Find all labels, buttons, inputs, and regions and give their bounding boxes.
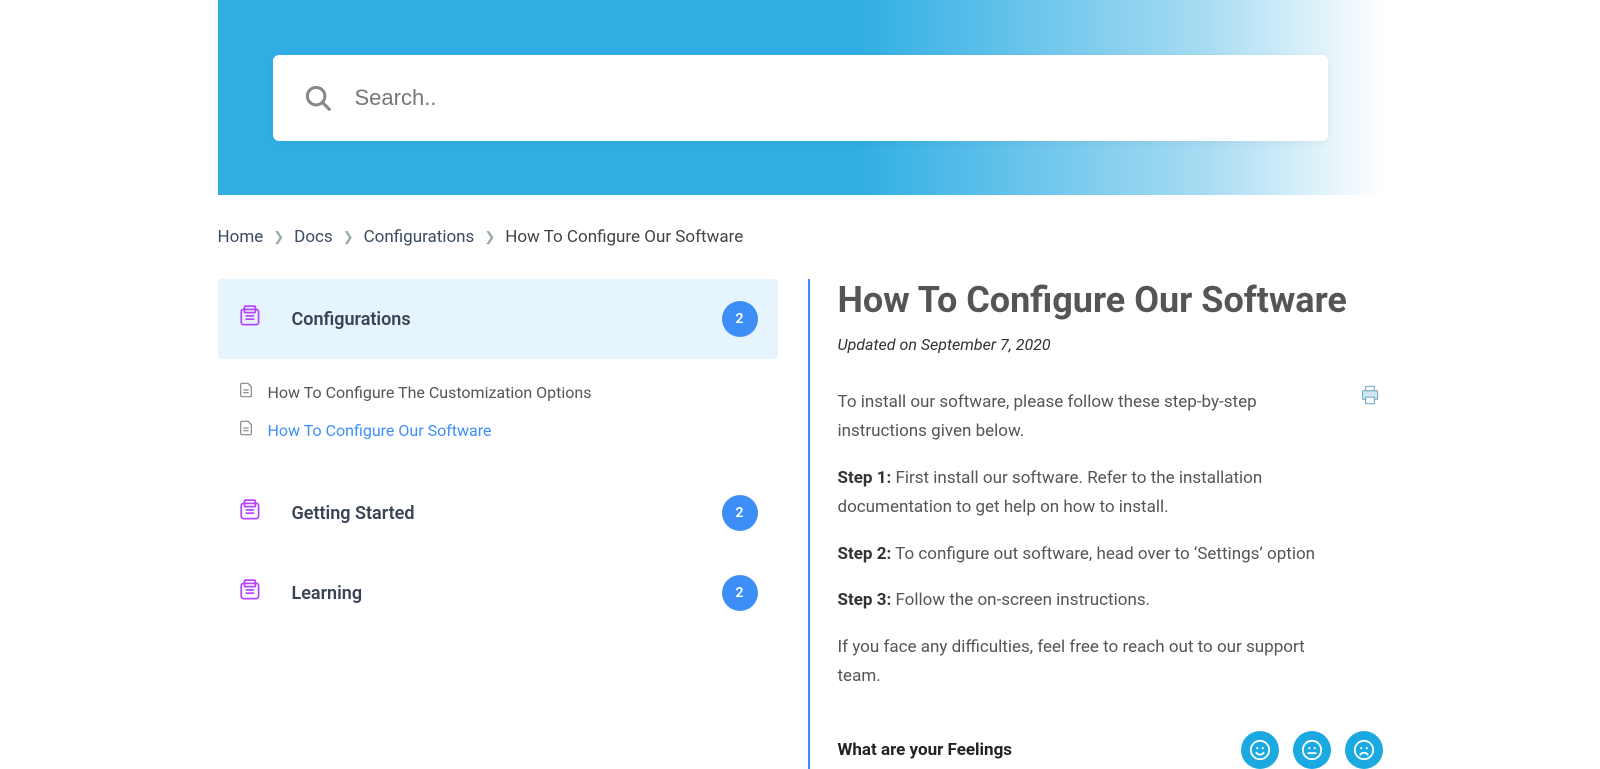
happy-face-icon[interactable] bbox=[1241, 731, 1279, 769]
article-step-2: Step 2: To configure out software, head … bbox=[838, 540, 1383, 569]
sidebar-category-label: Learning bbox=[292, 583, 722, 604]
article-step-1: Step 1: First install our software. Refe… bbox=[838, 464, 1383, 522]
neutral-face-icon[interactable] bbox=[1293, 731, 1331, 769]
sidebar-category-getting-started[interactable]: Getting Started 2 bbox=[218, 473, 778, 553]
breadcrumb-current: How To Configure Our Software bbox=[505, 227, 743, 247]
search-input[interactable] bbox=[355, 85, 1298, 111]
breadcrumb-docs[interactable]: Docs bbox=[294, 227, 333, 247]
breadcrumb-configs[interactable]: Configurations bbox=[364, 227, 475, 247]
feelings-label: What are your Feelings bbox=[838, 740, 1013, 760]
search-banner bbox=[218, 0, 1383, 195]
sidebar: Configurations 2 How To Configure The Cu… bbox=[218, 279, 778, 769]
feelings-bar: What are your Feelings bbox=[838, 731, 1383, 769]
sidebar-sublist: How To Configure The Customization Optio… bbox=[218, 359, 778, 473]
breadcrumb: Home ❯ Docs ❯ Configurations ❯ How To Co… bbox=[218, 195, 1383, 279]
sad-face-icon[interactable] bbox=[1345, 731, 1383, 769]
count-badge: 2 bbox=[722, 495, 758, 531]
search-icon bbox=[303, 83, 333, 113]
sidebar-item-label: How To Configure The Customization Optio… bbox=[268, 383, 592, 402]
breadcrumb-home[interactable]: Home bbox=[218, 227, 264, 247]
chevron-right-icon: ❯ bbox=[484, 230, 495, 245]
sidebar-item-label: How To Configure Our Software bbox=[268, 421, 492, 440]
folder-icon bbox=[238, 498, 264, 528]
chevron-right-icon: ❯ bbox=[343, 230, 354, 245]
sidebar-item-configure-software[interactable]: How To Configure Our Software bbox=[218, 411, 778, 449]
sidebar-category-learning[interactable]: Learning 2 bbox=[218, 553, 778, 633]
folder-icon bbox=[238, 578, 264, 608]
sidebar-category-configurations[interactable]: Configurations 2 bbox=[218, 279, 778, 359]
count-badge: 2 bbox=[722, 575, 758, 611]
count-badge: 2 bbox=[722, 301, 758, 337]
search-box[interactable] bbox=[273, 55, 1328, 141]
document-icon bbox=[238, 419, 254, 441]
print-icon[interactable] bbox=[1357, 382, 1383, 412]
sidebar-item-customization-options[interactable]: How To Configure The Customization Optio… bbox=[218, 373, 778, 411]
page-title: How To Configure Our Software bbox=[838, 279, 1383, 321]
article-outro: If you face any difficulties, feel free … bbox=[838, 633, 1383, 691]
updated-meta: Updated on September 7, 2020 bbox=[838, 335, 1383, 354]
chevron-right-icon: ❯ bbox=[273, 230, 284, 245]
document-icon bbox=[238, 381, 254, 403]
article-step-3: Step 3: Follow the on-screen instruction… bbox=[838, 586, 1383, 615]
sidebar-category-label: Configurations bbox=[292, 309, 722, 330]
folder-icon bbox=[238, 304, 264, 334]
article-intro: To install our software, please follow t… bbox=[838, 388, 1383, 446]
sidebar-category-label: Getting Started bbox=[292, 503, 722, 524]
article: How To Configure Our Software Updated on… bbox=[808, 279, 1383, 769]
